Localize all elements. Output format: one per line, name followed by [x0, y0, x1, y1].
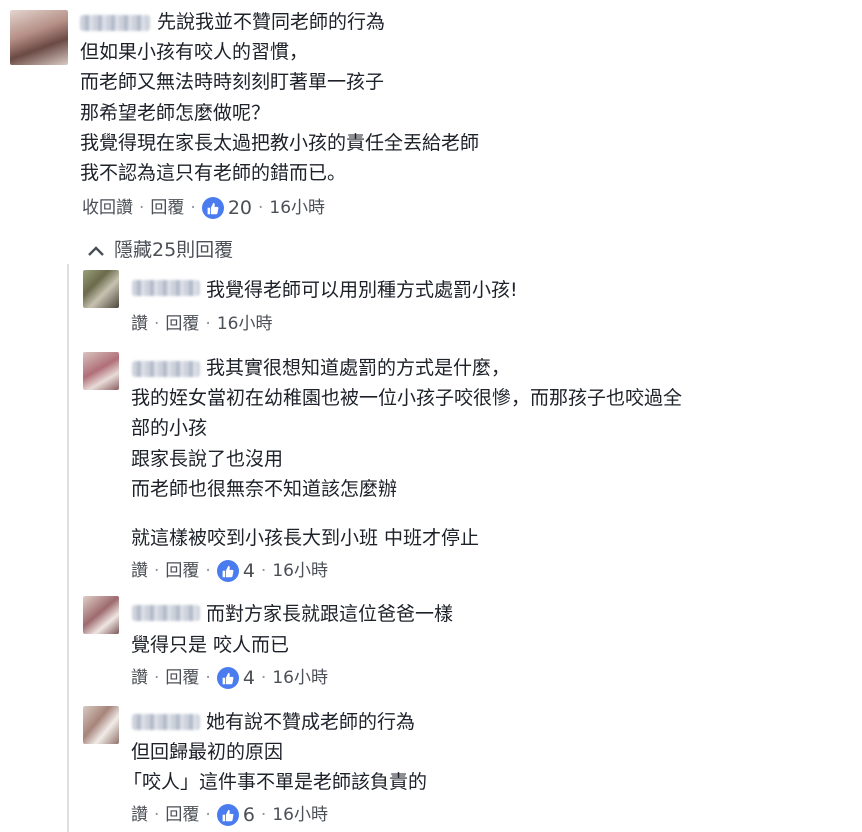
comment-text-line: 我不認為這只有老師的錯而已。 — [80, 162, 347, 184]
separator: · — [154, 805, 160, 825]
separator: · — [154, 668, 160, 688]
avatar[interactable] — [83, 596, 119, 634]
unlike-link[interactable]: 收回讚 — [82, 196, 133, 220]
avatar[interactable] — [10, 10, 68, 65]
comment-text-line: 先說我並不贊同老師的行為 — [157, 11, 386, 33]
comment-text-line: 而老師又無法時時刻刻盯著單一孩子 — [80, 71, 385, 93]
reply-link[interactable]: 回覆 — [165, 666, 199, 690]
like-link[interactable]: 讚 — [131, 803, 148, 827]
reply-link[interactable]: 回覆 — [165, 312, 199, 336]
like-icon[interactable] — [216, 667, 239, 689]
hide-replies-label: 隱藏25則回覆 — [114, 239, 234, 261]
comment-actions: 讚 · 回覆 · 4 · 16小時 — [131, 559, 328, 583]
timestamp-link[interactable]: 16小時 — [217, 312, 273, 336]
reply-link[interactable]: 回覆 — [165, 803, 199, 827]
like-icon[interactable] — [216, 804, 239, 826]
comment-text-line: 我其實很想知道處罰的方式是什麼， — [206, 357, 511, 379]
separator: · — [260, 561, 267, 581]
timestamp-link[interactable]: 16小時 — [272, 559, 328, 583]
comment-text-line: 她有說不贊成老師的行為 — [206, 711, 416, 733]
avatar[interactable] — [83, 352, 119, 390]
timestamp-link[interactable]: 16小時 — [272, 803, 328, 827]
comment-actions: 讚 · 回覆 · 4 · 16小時 — [131, 666, 328, 690]
comment-actions: 讚 · 回覆 · 16小時 — [131, 312, 272, 336]
like-icon[interactable] — [201, 197, 224, 219]
comment-text-line: 那希望老師怎麼做呢？ — [80, 102, 271, 124]
commenter-name-blurred[interactable] — [132, 605, 200, 621]
separator: · — [154, 314, 160, 334]
comment-text-line: 但回歸最初的原因 — [131, 741, 284, 763]
separator: · — [260, 805, 267, 825]
comment-text-line: 而老師也很無奈不知道該怎麼辦 — [131, 478, 398, 500]
comment-text-line: 而對方家長就跟這位爸爸一樣 — [206, 603, 454, 625]
separator: · — [205, 668, 211, 688]
comment-text-line: 就這樣被咬到小孩長大到小班 中班才停止 — [131, 527, 480, 549]
comment-text-line: 但如果小孩有咬人的習慣， — [80, 41, 309, 63]
like-link[interactable]: 讚 — [131, 559, 148, 583]
comment-text-line: 我覺得現在家長太過把教小孩的責任全丟給老師 — [80, 132, 480, 154]
like-count[interactable]: 4 — [243, 559, 255, 583]
comment-actions: 讚 · 回覆 · 6 · 16小時 — [131, 803, 328, 827]
like-icon[interactable] — [216, 560, 239, 582]
avatar[interactable] — [83, 706, 119, 744]
separator: · — [139, 198, 145, 218]
separator: · — [154, 561, 160, 581]
separator: · — [205, 561, 211, 581]
separator: · — [205, 314, 211, 334]
comment-text-line: 我覺得老師可以用別種方式處罰小孩! — [206, 279, 518, 301]
separator: · — [190, 198, 196, 218]
chevron-up-icon — [88, 236, 104, 264]
reply-link[interactable]: 回覆 — [165, 559, 199, 583]
like-count[interactable]: 6 — [243, 803, 255, 827]
comment-actions: 收回讚 · 回覆 · 20 · 16小時 — [82, 196, 325, 220]
avatar[interactable] — [83, 270, 119, 308]
commenter-name-blurred[interactable] — [132, 714, 200, 730]
comment-text-line: 「咬人」這件事不單是老師該負責的 — [123, 771, 428, 793]
like-link[interactable]: 讚 — [131, 312, 148, 336]
like-link[interactable]: 讚 — [131, 666, 148, 690]
commenter-name-blurred[interactable] — [132, 361, 200, 377]
comment-text-line: 跟家長說了也沒用 — [131, 448, 284, 470]
timestamp-link[interactable]: 16小時 — [272, 666, 328, 690]
like-count[interactable]: 20 — [228, 196, 252, 220]
commenter-name-blurred[interactable] — [132, 280, 200, 296]
separator: · — [258, 198, 264, 218]
commenter-name-blurred[interactable] — [80, 15, 150, 31]
comment-text-line: 部的小孩 — [131, 417, 208, 439]
timestamp-link[interactable]: 16小時 — [269, 196, 325, 220]
comment-text-line: 覺得只是 咬人而已 — [131, 634, 290, 656]
reply-link[interactable]: 回覆 — [150, 196, 184, 220]
hide-replies-button[interactable]: 隱藏25則回覆 — [88, 236, 233, 264]
like-count[interactable]: 4 — [243, 666, 255, 690]
separator: · — [205, 805, 211, 825]
comment-text-line: 我的姪女當初在幼稚園也被一位小孩子咬很慘，而那孩子也咬過全 — [131, 387, 683, 409]
reply-thread-line — [67, 264, 69, 832]
separator: · — [260, 668, 267, 688]
